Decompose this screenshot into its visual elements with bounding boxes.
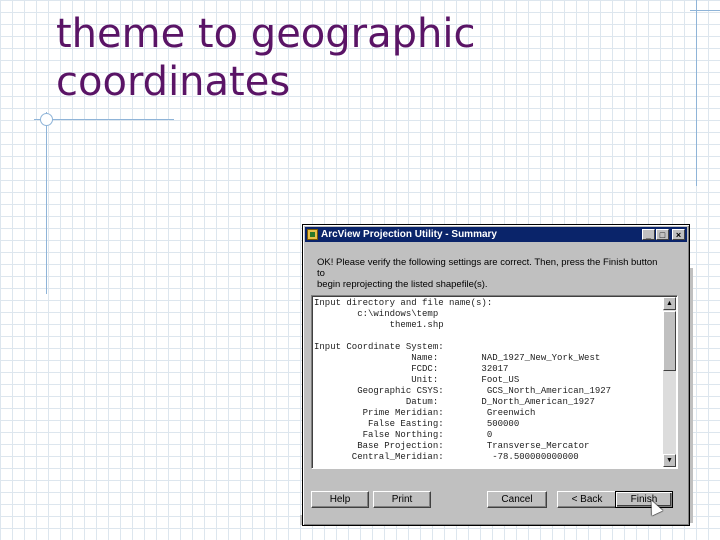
minimize-button[interactable]: _ bbox=[642, 229, 655, 240]
print-button[interactable]: Print bbox=[373, 491, 431, 508]
summary-line: Prime Meridian: Greenwich bbox=[314, 408, 536, 418]
finish-button[interactable]: Finish bbox=[615, 491, 673, 508]
scroll-down-arrow-icon[interactable]: ▼ bbox=[663, 454, 676, 467]
accent-vertical-line bbox=[46, 112, 47, 294]
summary-line: Geographic CSYS: GCS_North_American_1927 bbox=[314, 386, 612, 396]
accent-circle bbox=[40, 113, 53, 126]
accent-top-line bbox=[690, 10, 720, 11]
slide-title: theme to geographic coordinates bbox=[56, 10, 616, 106]
summary-line: Base Projection: Transverse_Mercator bbox=[314, 441, 590, 451]
scroll-thumb[interactable] bbox=[663, 311, 676, 371]
summary-line: c:\windows\temp bbox=[314, 309, 439, 319]
summary-line: Name: NAD_1927_New_York_West bbox=[314, 353, 601, 363]
accent-right-line bbox=[696, 0, 697, 186]
dialog-title: ArcView Projection Utility - Summary bbox=[321, 229, 497, 240]
instruction-line-2: begin reprojecting the listed shapefile(… bbox=[317, 279, 488, 290]
summary-line: False Northing: 0 bbox=[314, 430, 493, 440]
summary-line: Datum: D_North_American_1927 bbox=[314, 397, 595, 407]
instruction-message: OK! Please verify the following settings… bbox=[317, 257, 667, 290]
maximize-button[interactable]: □ bbox=[656, 229, 669, 240]
dialog-titlebar[interactable]: ArcView Projection Utility - Summary _ □… bbox=[305, 227, 687, 242]
summary-text-area[interactable]: Input directory and file name(s): c:\win… bbox=[314, 298, 662, 466]
help-button[interactable]: Help bbox=[311, 491, 369, 508]
vertical-scrollbar[interactable]: ▲ ▼ bbox=[663, 297, 676, 467]
projection-summary-dialog: ArcView Projection Utility - Summary _ □… bbox=[302, 224, 690, 526]
summary-line: Central_Meridian: -78.500000000000 bbox=[314, 452, 579, 462]
summary-line: Input Coordinate System: bbox=[314, 342, 444, 352]
accent-horizontal-line bbox=[34, 119, 174, 120]
cancel-button[interactable]: Cancel bbox=[487, 491, 547, 508]
summary-line: FCDC: 32017 bbox=[314, 364, 509, 374]
instruction-line-1: OK! Please verify the following settings… bbox=[317, 257, 658, 279]
summary-line: Unit: Foot_US bbox=[314, 375, 520, 385]
summary-listbox[interactable]: Input directory and file name(s): c:\win… bbox=[311, 295, 678, 469]
arcview-app-icon[interactable] bbox=[307, 229, 318, 240]
close-button[interactable]: × bbox=[672, 229, 685, 240]
back-button[interactable]: < Back bbox=[557, 491, 617, 508]
summary-line bbox=[314, 331, 662, 342]
summary-line: theme1.shp bbox=[314, 320, 444, 330]
slide-title-line-2: coordinates bbox=[56, 59, 291, 105]
summary-line: False Easting: 500000 bbox=[314, 419, 520, 429]
slide-title-line-1: theme to geographic bbox=[56, 11, 476, 57]
summary-line: Input directory and file name(s): bbox=[314, 298, 493, 308]
scroll-up-arrow-icon[interactable]: ▲ bbox=[663, 297, 676, 310]
